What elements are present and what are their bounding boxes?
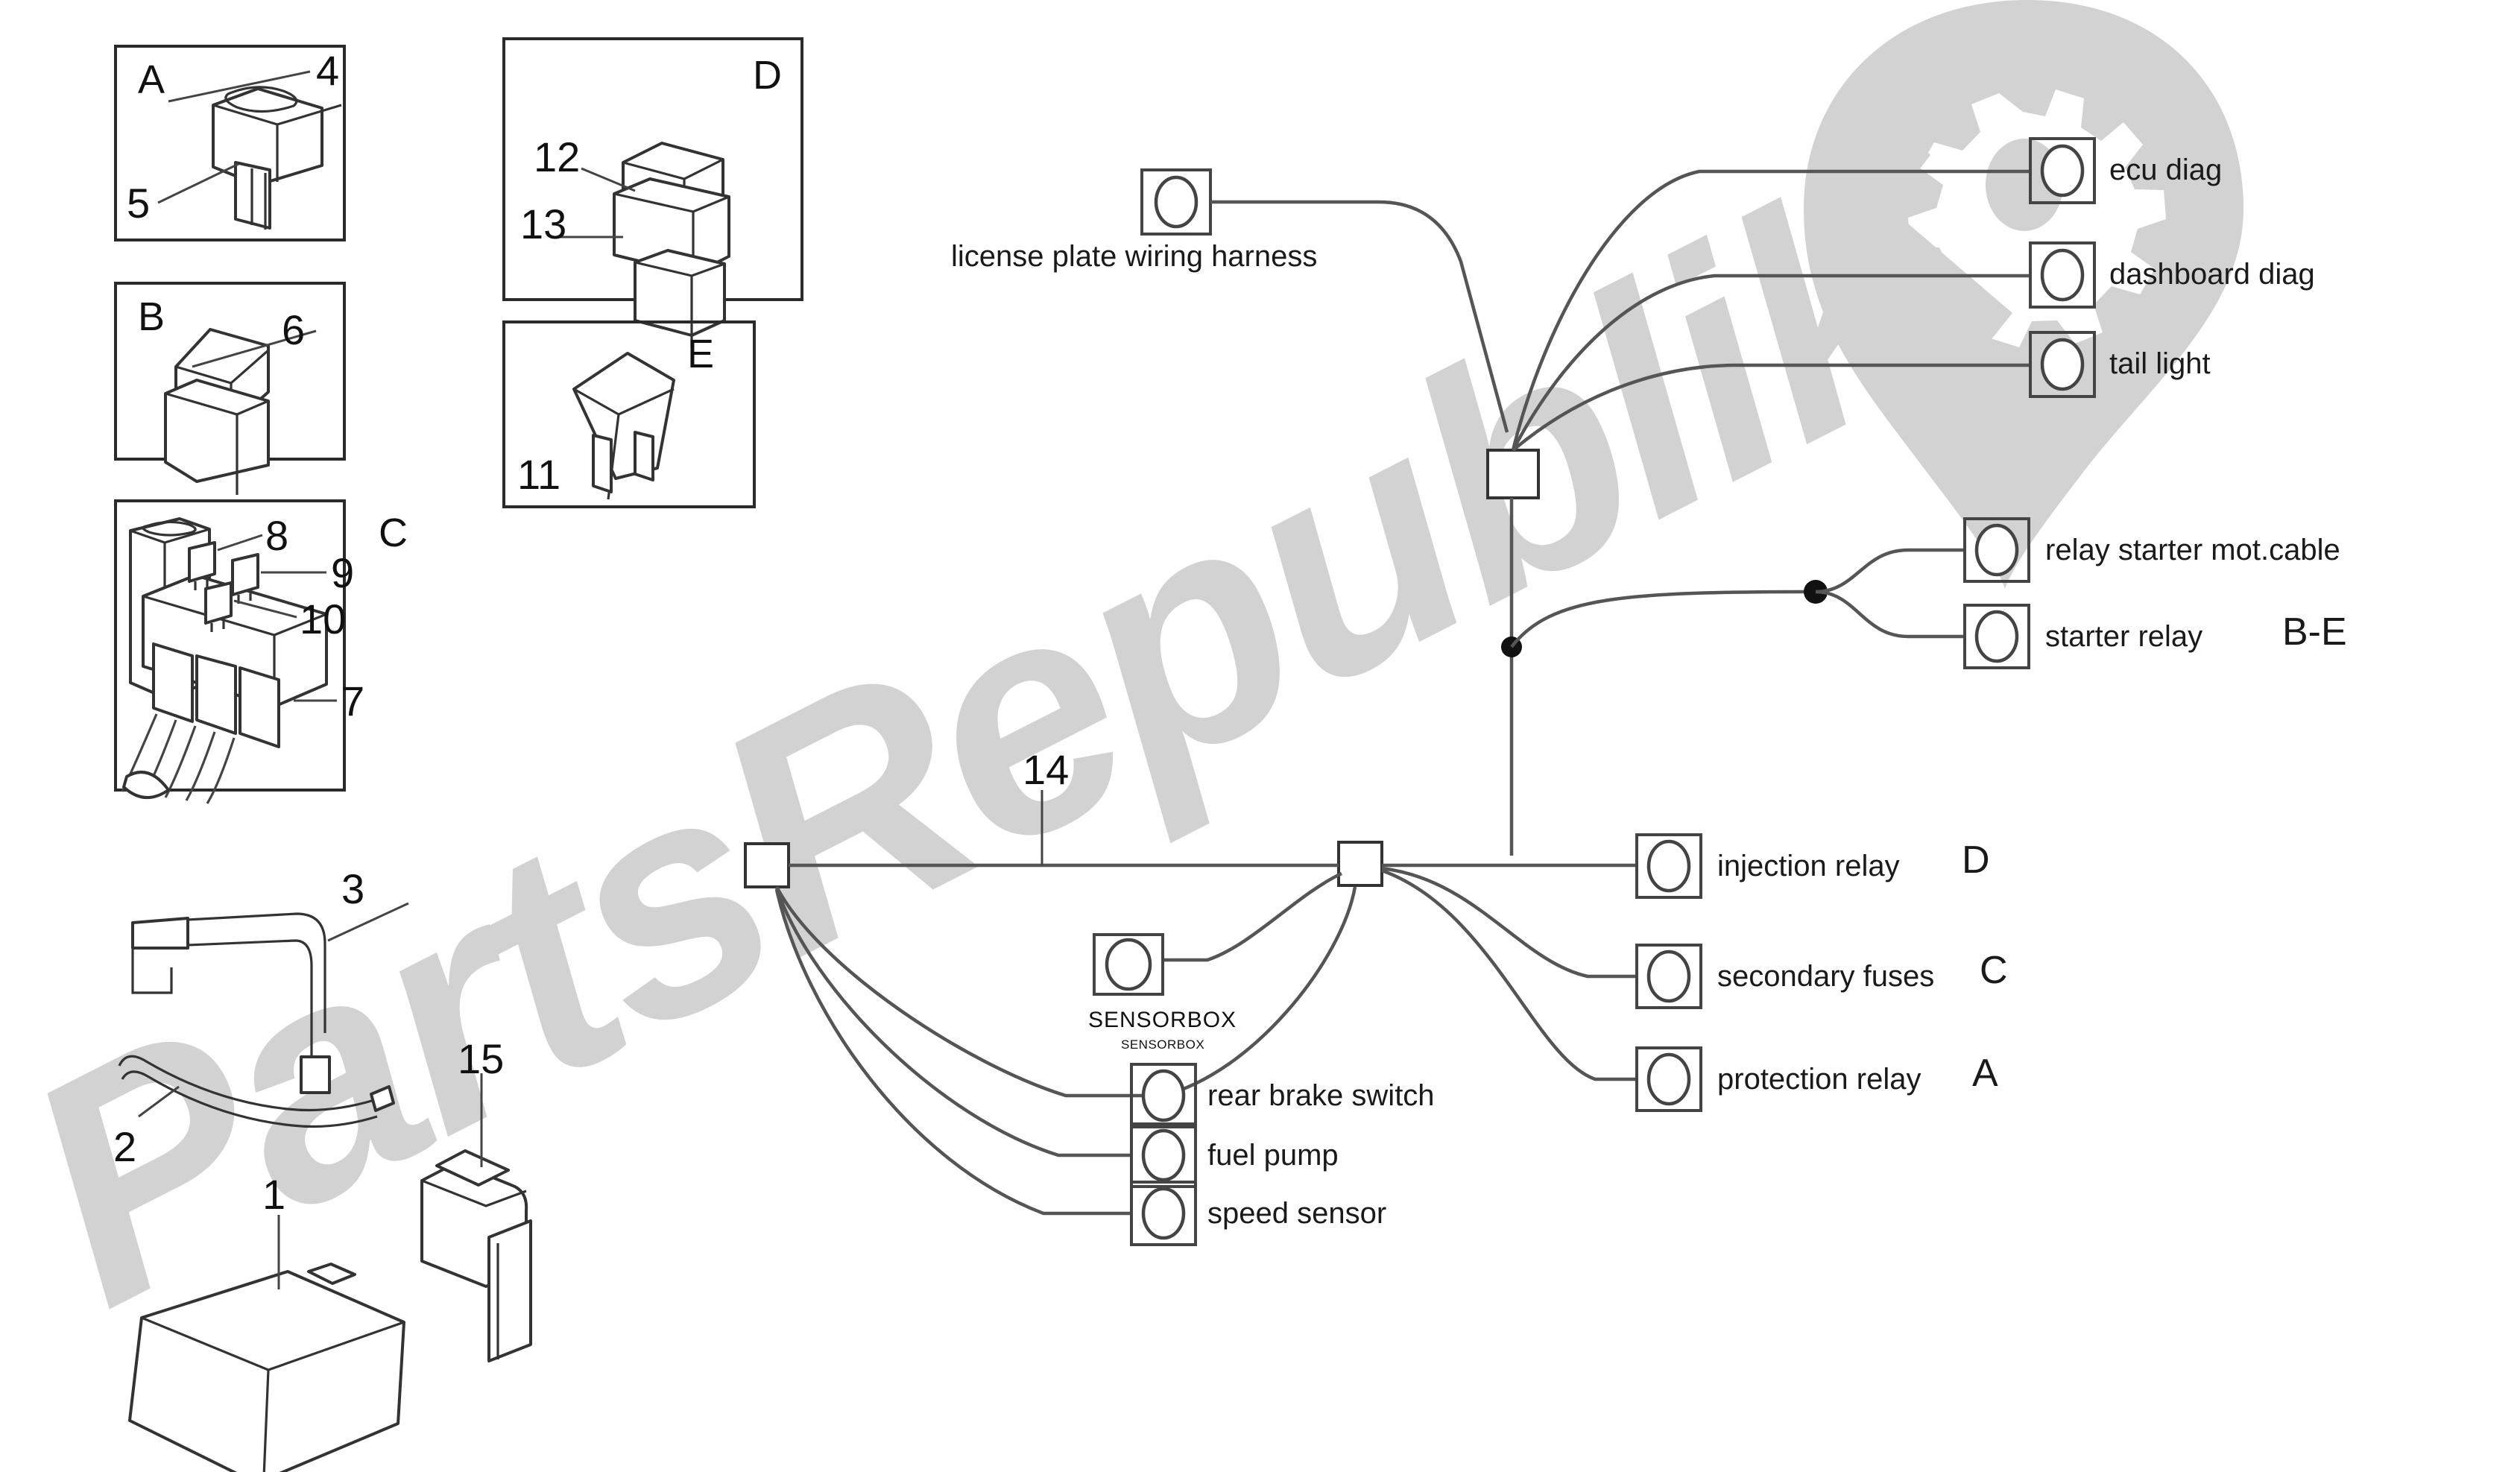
callout-14: 14 [1023,746,1070,793]
callout-5: 5 [127,180,151,227]
callout-3: 3 [341,865,365,912]
panel-letter-e: E [687,332,715,376]
label-tail-light: tail light [2109,347,2211,380]
callout-9: 9 [331,549,355,596]
wiring-diagram-canvas: PartsRepublik .ln { fill:none; stroke:#5… [0,0,2520,1472]
callout-11: 11 [517,451,561,498]
callout-12: 12 [534,133,581,180]
panel-c [114,499,346,804]
panel-letter-d: D [753,53,782,98]
callout-10: 10 [300,596,347,642]
callout-2: 2 [113,1123,137,1170]
label-secondary-fuses-suffix: C [1980,949,2008,992]
label-fuel-pump: fuel pump [1207,1139,1339,1172]
callout-1: 1 [262,1171,286,1218]
label-sensorbox: SENSORBOX [1088,1008,1237,1032]
label-ecu-diag: ecu diag [2109,154,2223,186]
label-sensorbox-sub: SENSORBOX [1121,1037,1205,1052]
callout-6: 6 [282,306,306,353]
label-rear-brake-switch: rear brake switch [1207,1079,1435,1112]
callout-15: 15 [458,1035,505,1082]
panel-letter-b: B [138,294,165,339]
panel-letter-c: C [379,511,408,555]
label-secondary-fuses: secondary fuses [1717,960,1935,993]
callout-13: 13 [520,200,567,247]
callout-4: 4 [316,47,340,94]
label-protection-relay-suffix: A [1972,1052,1998,1095]
part-battery [128,1215,405,1472]
panel-letter-a: A [138,57,165,102]
part-positive-cable [131,902,409,1094]
label-injection-relay-suffix: D [1962,838,1990,882]
wiring-layer: .ln { fill:none; stroke:#555; stroke-wid… [114,37,2096,1472]
label-relay-starter-mot-cable: relay starter mot.cable [2045,534,2340,566]
part-negative-cable [118,1055,395,1128]
label-dashboard-diag: dashboard diag [2109,258,2315,291]
label-protection-relay: protection relay [1717,1063,1921,1096]
label-license-plate-wiring-harness: license plate wiring harness [951,240,1318,273]
label-starter-relay: starter relay [2045,620,2203,653]
callout-7: 7 [341,677,365,724]
part-terminal-cover [420,1073,532,1362]
label-starter-relay-suffix: B-E [2282,610,2347,654]
label-injection-relay: injection relay [1717,850,1900,882]
label-speed-sensor: speed sensor [1207,1197,1387,1230]
callout-8: 8 [265,512,289,559]
